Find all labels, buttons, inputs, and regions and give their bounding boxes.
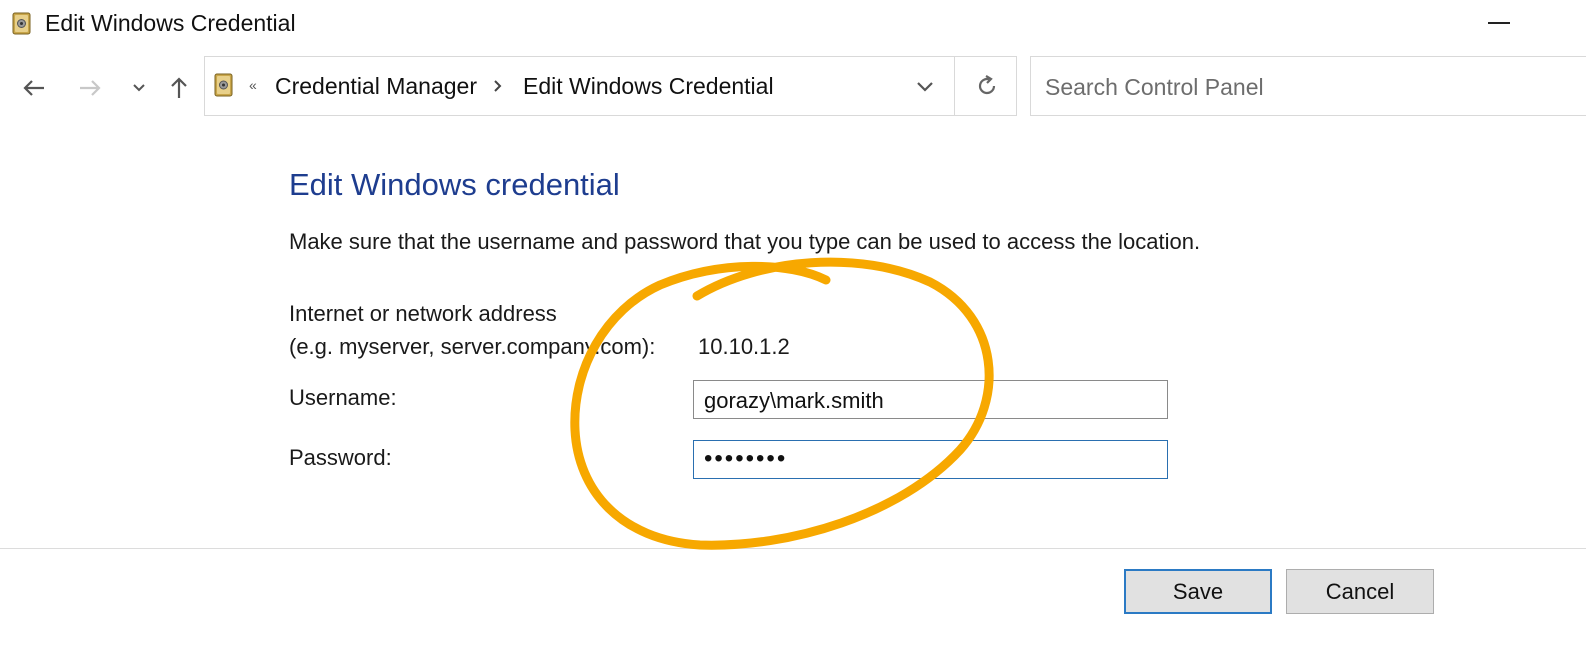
footer-divider <box>0 548 1586 549</box>
refresh-button[interactable] <box>954 56 1019 116</box>
breadcrumb-separator-icon[interactable] <box>492 77 504 95</box>
address-value: 10.10.1.2 <box>698 334 790 359</box>
chevron-down-icon <box>133 84 145 92</box>
address-example-label: (e.g. myserver, server.company.com): <box>289 334 656 359</box>
up-button[interactable] <box>162 70 196 106</box>
arrow-up-icon <box>171 77 187 98</box>
credential-vault-icon <box>214 73 233 97</box>
save-button[interactable]: Save <box>1124 569 1272 614</box>
username-field[interactable]: gorazy\mark.smith <box>693 380 1168 419</box>
breadcrumb-edit-windows-credential[interactable]: Edit Windows Credential <box>523 73 774 100</box>
address-dropdown-icon[interactable] <box>913 77 937 97</box>
refresh-icon <box>978 75 996 95</box>
minimize-button[interactable] <box>1488 22 1510 24</box>
password-label: Password: <box>289 445 392 470</box>
breadcrumb-credential-manager[interactable]: Credential Manager <box>275 73 477 100</box>
title-bar: Edit Windows Credential <box>0 0 1586 46</box>
window-title: Edit Windows Credential <box>45 10 296 36</box>
forward-button[interactable] <box>73 70 107 106</box>
page-title: Edit Windows credential <box>289 167 620 202</box>
username-label: Username: <box>289 385 397 410</box>
cancel-button[interactable]: Cancel <box>1286 569 1434 614</box>
address-label: Internet or network address <box>289 301 557 326</box>
recent-locations-button[interactable] <box>122 70 156 106</box>
address-bar[interactable]: « Credential Manager Edit Windows Creden… <box>204 56 1017 116</box>
password-field[interactable]: •••••••• <box>693 440 1168 479</box>
arrow-left-icon <box>23 80 44 96</box>
search-box[interactable]: Search Control Panel <box>1030 56 1586 116</box>
instructions-text: Make sure that the username and password… <box>289 229 1201 254</box>
back-button[interactable] <box>17 70 51 106</box>
arrow-right-icon <box>80 80 101 96</box>
breadcrumb-overflow[interactable]: « <box>249 77 257 93</box>
credential-vault-icon <box>12 12 31 35</box>
search-placeholder: Search Control Panel <box>1045 74 1264 100</box>
